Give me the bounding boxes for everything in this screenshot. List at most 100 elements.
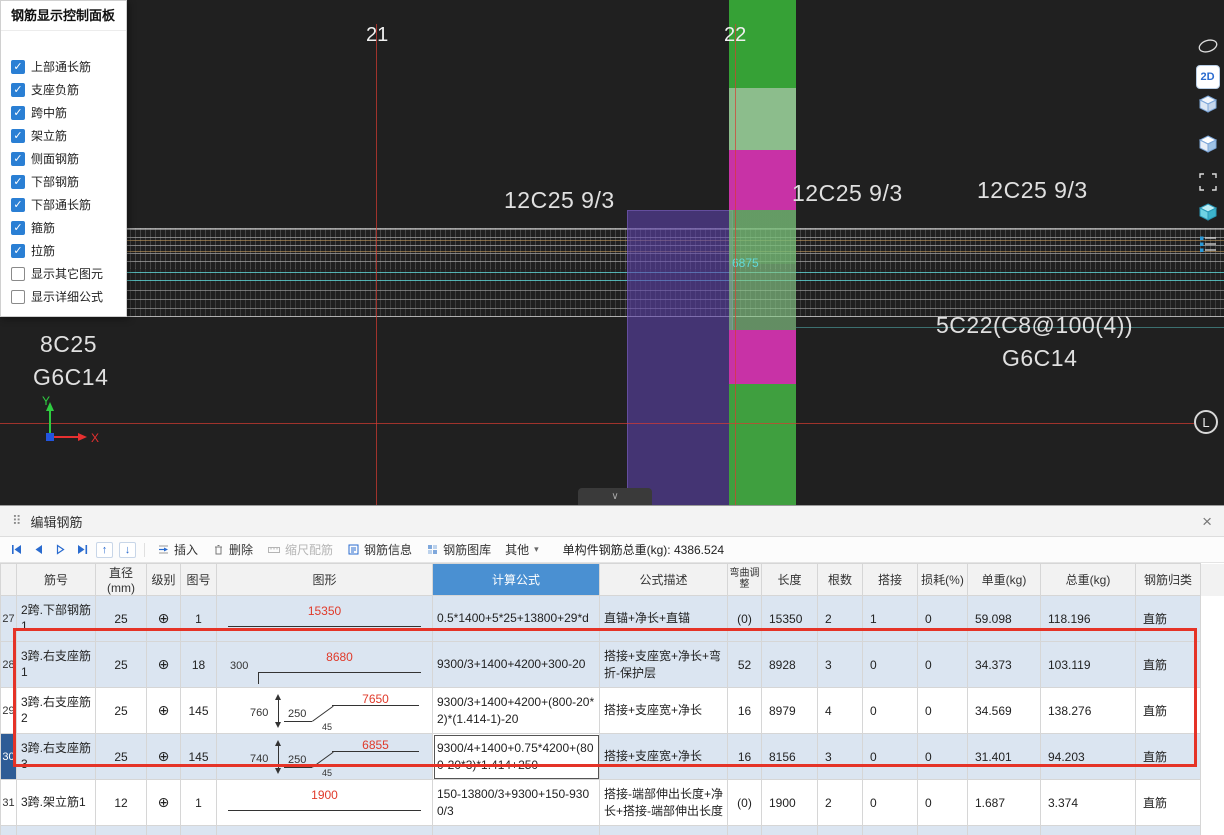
cell-lap[interactable]: 0: [862, 733, 918, 780]
checkbox-checked[interactable]: ✓: [11, 151, 25, 166]
cell-desc[interactable]: 搭接+支座宽+净长+弯折-保护层: [599, 641, 728, 688]
display-option-2[interactable]: ✓ 跨中筋: [1, 101, 126, 124]
display-option-3[interactable]: ✓ 架立筋: [1, 124, 126, 147]
col-header-3[interactable]: 图号: [180, 563, 217, 596]
nav-last-button[interactable]: [74, 542, 90, 558]
cell-total_weight[interactable]: [1040, 825, 1136, 835]
cell-category[interactable]: 直筋: [1135, 687, 1201, 734]
cell-fig_no[interactable]: 1: [180, 779, 217, 826]
cell-loss[interactable]: 0: [917, 733, 968, 780]
cell-name[interactable]: 2跨.下部钢筋1: [16, 595, 96, 642]
cell-desc[interactable]: 搭接+支座宽+净长: [599, 687, 728, 734]
cell-length[interactable]: 1900: [761, 779, 818, 826]
cell-total_weight[interactable]: 138.276: [1040, 687, 1136, 734]
selected-beam-span-highlight[interactable]: [627, 210, 733, 505]
cell-length[interactable]: 15350: [761, 595, 818, 642]
cell-fig_no[interactable]: 18: [180, 641, 217, 688]
cell-count[interactable]: 2: [817, 779, 863, 826]
scale-rebar-button[interactable]: 缩尺配筋: [263, 539, 337, 560]
cell-shape[interactable]: 740 250 45 6855: [216, 733, 433, 780]
row-number[interactable]: 29: [0, 687, 17, 734]
cell-grade[interactable]: ⊕: [146, 779, 181, 826]
cell-formula[interactable]: [432, 825, 600, 835]
cell-dia[interactable]: 25: [95, 687, 147, 734]
cell-fig_no[interactable]: 145: [180, 733, 217, 780]
view-2d-button[interactable]: 2D: [1195, 64, 1221, 89]
checkbox-checked[interactable]: ✓: [11, 128, 25, 143]
cell-total_weight[interactable]: 118.196: [1040, 595, 1136, 642]
checkbox-checked[interactable]: ✓: [11, 197, 25, 212]
cell-fig_no[interactable]: [180, 825, 217, 835]
col-header-8[interactable]: 长度: [761, 563, 818, 596]
cell-shape[interactable]: 1900: [216, 779, 433, 826]
rebar-row-31[interactable]: 31 3跨.架立筋1 12 ⊕ 1 1900 150-13800/3+9300+150-93…: [0, 779, 1224, 826]
cell-lap[interactable]: 0: [862, 687, 918, 734]
checkbox-checked[interactable]: ✓: [11, 59, 25, 74]
cell-dia[interactable]: 25: [95, 733, 147, 780]
cell-length[interactable]: 8979: [761, 687, 818, 734]
rebar-row-27[interactable]: 27 2跨.下部钢筋1 25 ⊕ 1 15350 0.5*1400+5*25+13800+2…: [0, 595, 1224, 642]
column-element[interactable]: [729, 0, 796, 505]
zoom-extents-button[interactable]: [1195, 169, 1221, 194]
col-header-2[interactable]: 级别: [146, 563, 181, 596]
display-option-0[interactable]: ✓ 上部通长筋: [1, 55, 126, 78]
cell-grade[interactable]: [146, 825, 181, 835]
cell-category[interactable]: [1135, 825, 1201, 835]
cell-count[interactable]: 4: [817, 687, 863, 734]
cell-grade[interactable]: ⊕: [146, 595, 181, 642]
close-icon[interactable]: ×: [1202, 513, 1212, 530]
cell-unit_weight[interactable]: [967, 825, 1041, 835]
cell-bend[interactable]: 16: [727, 687, 762, 734]
cell-lap[interactable]: 0: [862, 779, 918, 826]
cell-formula[interactable]: 9300/4+1400+0.75*4200+(800-20*3)*1.414+2…: [432, 733, 600, 780]
cell-bend[interactable]: (0): [727, 595, 762, 642]
col-header-10[interactable]: 搭接: [862, 563, 918, 596]
cell-desc[interactable]: 直锚+净长+直锚: [599, 595, 728, 642]
cell-category[interactable]: 直筋: [1135, 595, 1201, 642]
cell-desc[interactable]: [599, 825, 728, 835]
cell-total_weight[interactable]: 94.203: [1040, 733, 1136, 780]
cell-count[interactable]: 3: [817, 641, 863, 688]
cell-unit_weight[interactable]: 34.569: [967, 687, 1041, 734]
cell-dia[interactable]: 12: [95, 779, 147, 826]
rebar-library-button[interactable]: 钢筋图库: [422, 539, 495, 560]
checkbox-checked[interactable]: ✓: [11, 105, 25, 120]
col-header-11[interactable]: 损耗(%): [917, 563, 968, 596]
display-option-7[interactable]: ✓ 箍筋: [1, 216, 126, 239]
col-header-1[interactable]: 直径(mm): [95, 563, 147, 596]
move-down-button[interactable]: ↓: [119, 541, 136, 558]
cell-desc[interactable]: 搭接-端部伸出长度+净长+搭接-端部伸出长度: [599, 779, 728, 826]
orbit-view-button[interactable]: [1195, 33, 1221, 58]
display-option-1[interactable]: ✓ 支座负筋: [1, 78, 126, 101]
3d-viewport[interactable]: 21 22 12C25 9/3 12C25 9/3 12C25 9/3 8C25…: [0, 0, 1224, 505]
cell-loss[interactable]: 0: [917, 687, 968, 734]
checkbox-checked[interactable]: ✓: [11, 174, 25, 189]
cell-length[interactable]: 8928: [761, 641, 818, 688]
cell-shape[interactable]: 760 250 45 7650: [216, 687, 433, 734]
iso-view-button[interactable]: [1195, 199, 1221, 224]
row-number[interactable]: 30: [0, 733, 17, 780]
display-option-5[interactable]: ✓ 下部钢筋: [1, 170, 126, 193]
cell-bend[interactable]: 52: [727, 641, 762, 688]
view-cube-button[interactable]: [1195, 91, 1221, 116]
col-header-6[interactable]: 公式描述: [599, 563, 728, 596]
insert-button[interactable]: 插入: [153, 539, 202, 560]
cell-lap[interactable]: [862, 825, 918, 835]
cell-name[interactable]: 3跨.右支座筋1: [16, 641, 96, 688]
cell-unit_weight[interactable]: 1.687: [967, 779, 1041, 826]
cell-category[interactable]: 直筋: [1135, 641, 1201, 688]
cell-category[interactable]: 直筋: [1135, 733, 1201, 780]
checkbox-checked[interactable]: ✓: [11, 243, 25, 258]
view-levels-button[interactable]: [1195, 231, 1221, 256]
cell-loss[interactable]: [917, 825, 968, 835]
display-option-8[interactable]: ✓ 拉筋: [1, 239, 126, 262]
cell-bend[interactable]: (0): [727, 779, 762, 826]
cell-loss[interactable]: 0: [917, 641, 968, 688]
panel-titlebar[interactable]: ⠿ 编辑钢筋 ×: [0, 506, 1224, 537]
cell-loss[interactable]: 0: [917, 779, 968, 826]
cell-count[interactable]: [817, 825, 863, 835]
col-header-5[interactable]: 计算公式: [432, 563, 600, 596]
rebar-row-28[interactable]: 28 3跨.右支座筋1 25 ⊕ 18 300 8680 9300/3+1400+4200+3…: [0, 641, 1224, 688]
col-header-4[interactable]: 图形: [216, 563, 433, 596]
viewport-collapse-tab[interactable]: ∨: [578, 488, 652, 505]
